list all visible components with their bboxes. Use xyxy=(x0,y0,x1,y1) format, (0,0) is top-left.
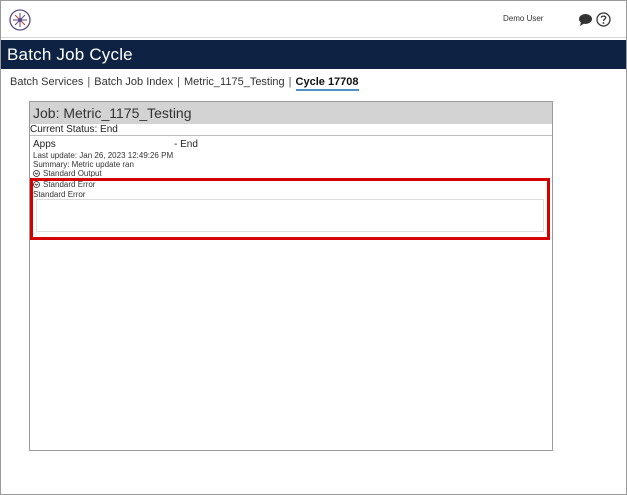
user-name[interactable]: Demo User xyxy=(503,14,543,23)
help-circle-icon[interactable] xyxy=(596,12,611,27)
compass-logo-icon[interactable] xyxy=(9,9,31,31)
standard-output-label: Standard Output xyxy=(43,169,102,177)
breadcrumb-separator: | xyxy=(87,76,91,88)
breadcrumb: Batch Services | Batch Job Index | Metric_11… xyxy=(10,76,359,91)
last-update: Last update: Jan 26, 2023 12:49:26 PM xyxy=(33,151,174,160)
breadcrumb-cycle[interactable]: Cycle 17708 xyxy=(295,76,359,91)
current-status: Current Status: End xyxy=(30,124,118,135)
page-title: Batch Job Cycle xyxy=(7,45,133,64)
app-status: - End xyxy=(174,139,198,150)
summary: Summary: Metric update ran xyxy=(33,160,134,169)
breadcrumb-job[interactable]: Metric_1175_Testing xyxy=(184,76,285,88)
chevron-circle-down-icon xyxy=(33,170,40,177)
divider xyxy=(30,135,552,136)
top-bar: Demo User xyxy=(1,1,626,38)
breadcrumb-batch-job-index[interactable]: Batch Job Index xyxy=(94,76,173,88)
breadcrumb-batch-services[interactable]: Batch Services xyxy=(10,76,83,88)
app-name: Apps xyxy=(33,139,56,150)
standard-output-toggle[interactable]: Standard Output xyxy=(33,169,102,177)
job-title: Job: Metric_1175_Testing xyxy=(33,105,192,121)
job-panel: Job: Metric_1175_Testing Current Status:… xyxy=(29,101,553,451)
page-title-bar: Batch Job Cycle xyxy=(1,40,626,69)
speech-bubble-icon[interactable] xyxy=(578,13,593,27)
job-header: Job: Metric_1175_Testing xyxy=(30,102,552,124)
breadcrumb-separator: | xyxy=(288,76,292,88)
breadcrumb-separator: | xyxy=(177,76,180,88)
highlight-box xyxy=(30,178,550,240)
